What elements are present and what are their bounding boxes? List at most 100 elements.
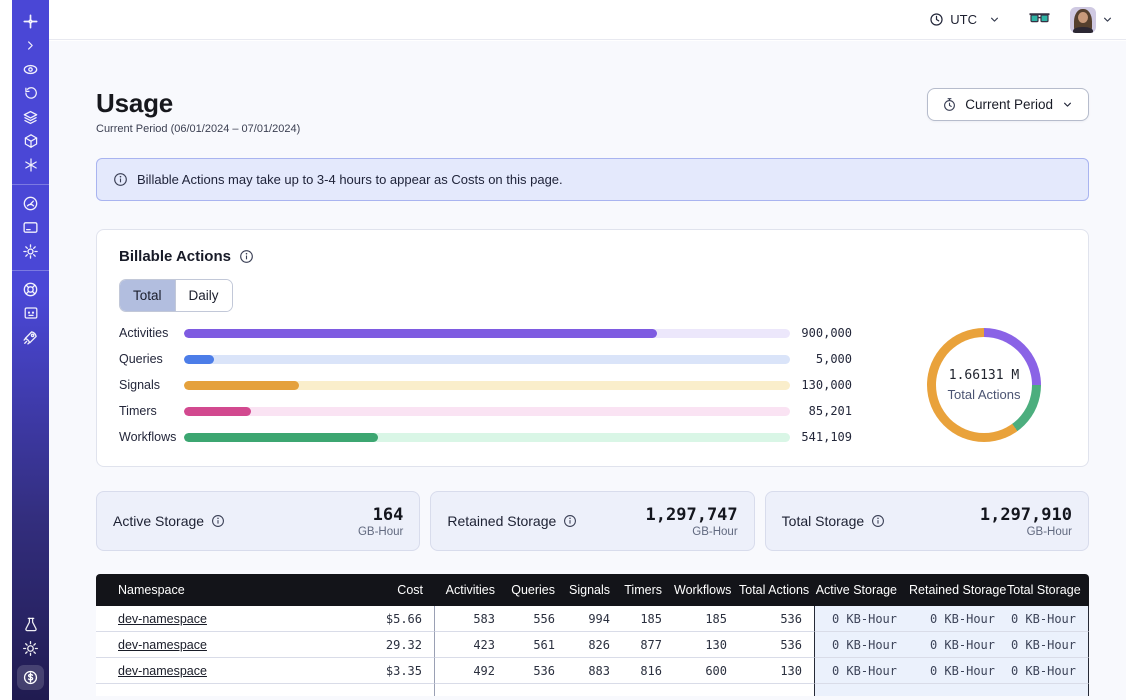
bar-value: 900,000 [790, 326, 852, 340]
bar-label: Signals [119, 378, 184, 392]
cell-timers: 816 [622, 658, 674, 684]
cell-active-storage: 0 KB-Hour [814, 658, 909, 684]
storage-card-label: Retained Storage [447, 513, 577, 529]
cell-total-actions: 536 [739, 632, 814, 658]
flask-icon[interactable] [18, 613, 44, 635]
bar-track [184, 407, 790, 416]
cell-cost: 29.32 [343, 632, 435, 658]
bar-label: Activities [119, 326, 184, 340]
rocket-icon[interactable] [18, 326, 44, 348]
bar-label: Workflows [119, 430, 184, 444]
asterisk-icon[interactable] [18, 154, 44, 176]
cell-retained-storage: 0 KB-Hour [909, 658, 1007, 684]
cell-signals [567, 684, 622, 696]
bar-value: 5,000 [790, 352, 852, 366]
storage-cards: Active Storage 164GB-Hour Retained Storage… [96, 491, 1089, 551]
cell-signals: 994 [567, 606, 622, 632]
history-clock-icon[interactable] [18, 82, 44, 104]
chevron-down-icon [988, 13, 1001, 26]
storage-label-text: Active Storage [113, 513, 204, 529]
col-header-active-storage: Active Storage [814, 574, 909, 606]
cell-activities: 583 [435, 606, 507, 632]
cell-queries: 561 [507, 632, 567, 658]
glasses-icon[interactable] [1029, 13, 1050, 26]
avatar-art [1078, 12, 1088, 23]
lifebuoy-icon[interactable] [18, 278, 44, 300]
info-icon[interactable] [211, 514, 225, 528]
topbar: UTC [49, 0, 1126, 40]
bar-fill [184, 329, 657, 338]
bar-track [184, 433, 790, 442]
eye-icon[interactable] [18, 58, 44, 80]
cell-cost: $3.35 [343, 658, 435, 684]
cell-timers: 185 [622, 606, 674, 632]
namespace-link[interactable]: dev-namespace [118, 664, 207, 678]
bar-fill [184, 381, 299, 390]
temporal-logo-icon[interactable] [18, 10, 44, 32]
billable-actions-title: Billable Actions [119, 248, 231, 265]
storage-unit: GB-Hour [646, 526, 738, 538]
storage-unit: GB-Hour [358, 526, 403, 538]
tab-daily[interactable]: Daily [175, 280, 232, 311]
cell-cost: $5.66 [343, 606, 435, 632]
monitor-icon[interactable] [18, 302, 44, 324]
bar-row-activities: Activities 900,000 [119, 320, 852, 346]
col-header-queries: Queries [507, 574, 567, 606]
timezone-selector[interactable]: UTC [929, 12, 1001, 27]
sun-icon[interactable] [18, 637, 44, 659]
cell-total-actions: 130 [739, 658, 814, 684]
account-chevron-down-icon[interactable] [1101, 13, 1114, 26]
usd-coin-button[interactable] [17, 665, 44, 690]
cell-queries: 536 [507, 658, 567, 684]
info-icon[interactable] [239, 249, 254, 264]
cell-total-storage: 0 KB-Hour [1007, 632, 1089, 658]
cell-activities [435, 684, 507, 696]
donut-center-label: Total Actions [948, 387, 1021, 402]
clock-icon [929, 12, 944, 27]
storage-card-value: 164GB-Hour [358, 505, 403, 538]
current-period-dropdown[interactable]: Current Period [927, 88, 1089, 121]
cell-retained-storage: 0 KB-Hour [909, 632, 1007, 658]
gear-icon[interactable] [18, 240, 44, 262]
cell-workflows: 600 [674, 658, 739, 684]
cell-signals: 826 [567, 632, 622, 658]
bar-fill [184, 355, 214, 364]
namespace-link[interactable]: dev-namespace [118, 638, 207, 652]
storage-label-text: Total Storage [782, 513, 865, 529]
layers-icon[interactable] [18, 106, 44, 128]
bar-track [184, 381, 790, 390]
page-subtitle: Current Period (06/01/2024 – 07/01/2024) [96, 123, 300, 135]
col-header-total-actions: Total Actions [739, 574, 814, 606]
info-icon[interactable] [871, 514, 885, 528]
cell-timers: 877 [622, 632, 674, 658]
user-avatar[interactable] [1070, 7, 1096, 33]
storage-card-label: Active Storage [113, 513, 225, 529]
info-icon [113, 172, 128, 187]
tab-total[interactable]: Total [120, 280, 175, 311]
billable-actions-card: Billable Actions Total Daily Activities 9… [96, 229, 1089, 467]
chevron-down-icon [1061, 98, 1074, 111]
cell-namespace: dev-namespace [96, 606, 343, 632]
credit-card-icon[interactable] [18, 216, 44, 238]
collapse-chevron-right-icon[interactable] [18, 34, 44, 56]
col-header-total-storage: Total Storage [1007, 574, 1089, 606]
cell-total-storage: 0 KB-Hour [1007, 658, 1089, 684]
avatar-art [1073, 27, 1093, 33]
col-header-retained-storage: Retained Storage [909, 574, 1007, 606]
storage-card-label: Total Storage [782, 513, 886, 529]
info-icon[interactable] [563, 514, 577, 528]
namespace-link[interactable]: dev-namespace [118, 612, 207, 626]
storage-card-value: 1,297,747GB-Hour [646, 505, 738, 538]
storage-card-retained-storage: Retained Storage 1,297,747GB-Hour [430, 491, 754, 551]
gauge-icon[interactable] [18, 192, 44, 214]
col-header-namespace: Namespace [96, 574, 343, 606]
col-header-workflows: Workflows [674, 574, 739, 606]
cube-icon[interactable] [18, 130, 44, 152]
col-header-timers: Timers [622, 574, 674, 606]
cell-namespace: dev-namespace [96, 632, 343, 658]
cell-namespace [96, 684, 343, 696]
cell-cost [343, 684, 435, 696]
donut-center-value: 1.66131 M [949, 368, 1019, 383]
cell-total-storage [1007, 684, 1089, 696]
col-header-cost: Cost [343, 574, 435, 606]
